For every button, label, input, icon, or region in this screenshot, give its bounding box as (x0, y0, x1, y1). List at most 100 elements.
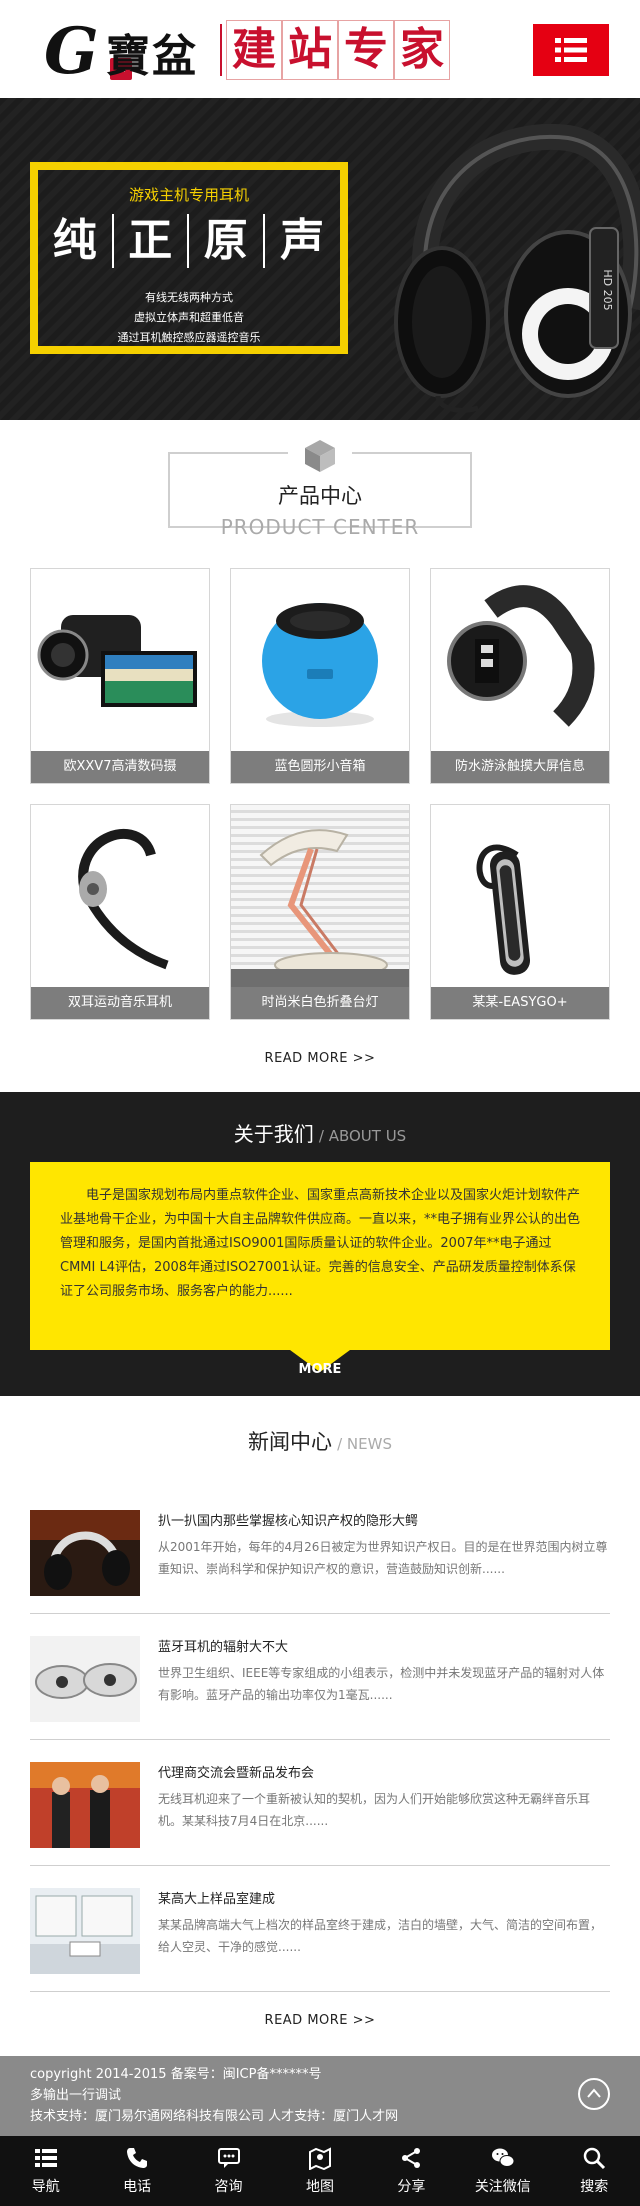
share-icon (402, 2148, 421, 2168)
product-center-subtitle: PRODUCT CENTER (220, 515, 420, 539)
header: G 云 寶盆 建 站 专 家 (0, 0, 640, 98)
nav-item-share[interactable]: 分享 (366, 2136, 457, 2206)
banner-headline: 纯 正 原 声 (38, 214, 340, 268)
feature-line: 有线无线两种方式 (145, 291, 233, 304)
slogan-char: 建 (226, 20, 282, 80)
news-read-more-link[interactable]: READ MORE >> (0, 2013, 640, 2028)
hero-banner[interactable]: 游戏主机专用耳机 纯 正 原 声 有线无线两种方式 虚拟立体声和超重低音 通过耳… (0, 98, 640, 420)
product-card[interactable]: 某某-EASYGO+ (430, 804, 610, 1020)
news-item-desc: 无线耳机迎来了一个重新被认知的契机，因为人们开始能够欣赏这种无霸绊音乐耳机。某某… (158, 1792, 591, 1828)
product-card[interactable]: 欧XXV7高清数码摄 (30, 568, 210, 784)
nav-item-consult[interactable]: 咨询 (183, 2136, 274, 2206)
news-list-item[interactable]: 某高大上样品室建成 某某品牌高端大气上档次的样品室终于建成，洁白的墙壁，大气、简… (30, 1866, 610, 1992)
product-card[interactable]: 时尚米白色折叠台灯 (230, 804, 410, 1020)
banner-features: 有线无线两种方式 虚拟立体声和超重低音 通过耳机触控感应器遥控音乐 (38, 288, 340, 348)
map-icon (308, 2147, 331, 2170)
news-item-title: 代理商交流会暨新品发布会 (158, 1766, 315, 1781)
nav-label: 导航 (31, 2179, 60, 2195)
product-caption: 蓝色圆形小音箱 (231, 751, 409, 783)
bottom-nav-bar: 导航 电话 咨询 地图 分享 关注微信 搜索 (0, 2136, 640, 2206)
about-subtitle: / ABOUT US (318, 1127, 407, 1145)
desk-lamp-image (231, 805, 409, 987)
headphone-model-label: HD 205 (601, 269, 614, 310)
nav-label: 咨询 (214, 2179, 243, 2195)
about-more-link[interactable]: MORE (0, 1362, 640, 1377)
logo-letter: G (44, 14, 99, 89)
product-caption: 时尚米白色折叠台灯 (231, 987, 409, 1019)
nav-item-search[interactable]: 搜索 (549, 2136, 640, 2206)
news-subtitle: / NEWS (337, 1435, 392, 1453)
headline-char: 正 (114, 214, 189, 268)
nav-label: 分享 (397, 2179, 426, 2195)
news-title: 新闻中心 (248, 1430, 333, 1454)
chevron-up-icon (587, 2088, 601, 2098)
news-thumbnail (30, 1762, 140, 1848)
product-center-title: 产品中心 (278, 484, 362, 508)
news-heading: 新闻中心 / NEWS (0, 1426, 640, 1456)
nav-item-navigation[interactable]: 导航 (0, 2136, 91, 2206)
headline-char: 原 (189, 214, 265, 268)
feature-line: 通过耳机触控感应器遥控音乐 (117, 331, 261, 344)
news-item-title: 蓝牙耳机的辐射大不大 (158, 1640, 289, 1655)
smartwatch-image (431, 569, 609, 751)
headline-char: 纯 (38, 214, 114, 268)
speaker-image (231, 569, 409, 751)
news-thumbnail (30, 1636, 140, 1722)
list-icon (34, 2149, 57, 2167)
search-icon (583, 2147, 606, 2170)
news-item-title: 某高大上样品室建成 (158, 1892, 276, 1907)
about-section: 关于我们 / ABOUT US 电子是国家规划布局内重点软件企业、国家重点高新技… (0, 1092, 640, 1396)
footer-support-text: 技术支持：厦门易尔通网络科技有限公司 人才支持：厦门人才网 (30, 2109, 399, 2124)
logo-slogan: 建 站 专 家 (226, 20, 450, 80)
products-read-more-link[interactable]: READ MORE >> (0, 1051, 640, 1066)
bluetooth-headset-image (431, 805, 609, 987)
banner-text-frame: 游戏主机专用耳机 纯 正 原 声 有线无线两种方式 虚拟立体声和超重低音 通过耳… (30, 162, 348, 354)
product-caption: 某某-EASYGO+ (431, 987, 609, 1019)
earphone-image (31, 805, 209, 987)
nav-item-wechat[interactable]: 关注微信 (457, 2136, 548, 2206)
news-item-desc: 世界卫生组织、IEEE等专家组成的小组表示，检测中并未发现蓝牙产品的辐射对人体有… (158, 1666, 605, 1702)
news-list-item[interactable]: 蓝牙耳机的辐射大不大 世界卫生组织、IEEE等专家组成的小组表示，检测中并未发现… (30, 1614, 610, 1740)
product-card[interactable]: 双耳运动音乐耳机 (30, 804, 210, 1020)
chat-icon (217, 2148, 240, 2168)
news-item-title: 扒一扒国内那些掌握核心知识产权的隐形大鳄 (158, 1514, 419, 1529)
nav-item-phone[interactable]: 电话 (91, 2136, 182, 2206)
slogan-char: 家 (394, 20, 450, 80)
banner-subtitle: 游戏主机专用耳机 (128, 186, 249, 204)
logo-divider (220, 24, 222, 76)
slogan-char: 专 (338, 20, 394, 80)
nav-item-map[interactable]: 地图 (274, 2136, 365, 2206)
cube-icon (305, 440, 335, 472)
news-thumbnail (30, 1510, 140, 1596)
site-logo[interactable]: G 云 寶盆 建 站 专 家 (44, 14, 464, 89)
footer-debug-text: 多输出一行调试 (30, 2088, 122, 2103)
news-item-desc: 从2001年开始，每年的4月26日被定为世界知识产权日。目的是在世界范围内树立尊… (158, 1540, 608, 1576)
nav-label: 关注微信 (474, 2179, 531, 2195)
menu-button[interactable] (533, 24, 609, 76)
footer: copyright 2014-2015 备案号：闽ICP备******号 多输出… (0, 2056, 640, 2136)
product-card[interactable]: 蓝色圆形小音箱 (230, 568, 410, 784)
news-list-item[interactable]: 代理商交流会暨新品发布会 无线耳机迎来了一个重新被认知的契机，因为人们开始能够欣… (30, 1740, 610, 1866)
slogan-char: 站 (282, 20, 338, 80)
product-card[interactable]: 防水游泳触摸大屏信息 (430, 568, 610, 784)
back-to-top-button[interactable] (578, 2078, 610, 2110)
about-title: 关于我们 (233, 1122, 314, 1146)
about-text: 电子是国家规划布局内重点软件企业、国家重点高新技术企业以及国家火炬计划软件产业基… (30, 1162, 610, 1350)
logo-brand-text: 寶盆 (106, 31, 198, 82)
headphone-image: HD 205 (394, 123, 640, 413)
headline-char: 声 (280, 215, 325, 266)
product-caption: 欧XXV7高清数码摄 (31, 751, 209, 783)
feature-line: 虚拟立体声和超重低音 (134, 311, 244, 324)
news-list-item[interactable]: 扒一扒国内那些掌握核心知识产权的隐形大鳄 从2001年开始，每年的4月26日被定… (30, 1488, 610, 1614)
product-caption: 防水游泳触摸大屏信息 (431, 751, 609, 783)
nav-label: 地图 (305, 2179, 334, 2195)
list-menu-icon (555, 38, 587, 62)
copyright-text: copyright 2014-2015 备案号：闽ICP备******号 (30, 2067, 322, 2082)
product-caption: 双耳运动音乐耳机 (31, 987, 209, 1019)
news-thumbnail (30, 1888, 140, 1974)
wechat-icon (491, 2148, 515, 2167)
phone-icon (127, 2148, 148, 2168)
nav-label: 电话 (123, 2179, 152, 2195)
camcorder-image (31, 569, 209, 751)
about-heading: 关于我们 / ABOUT US (0, 1118, 640, 1147)
